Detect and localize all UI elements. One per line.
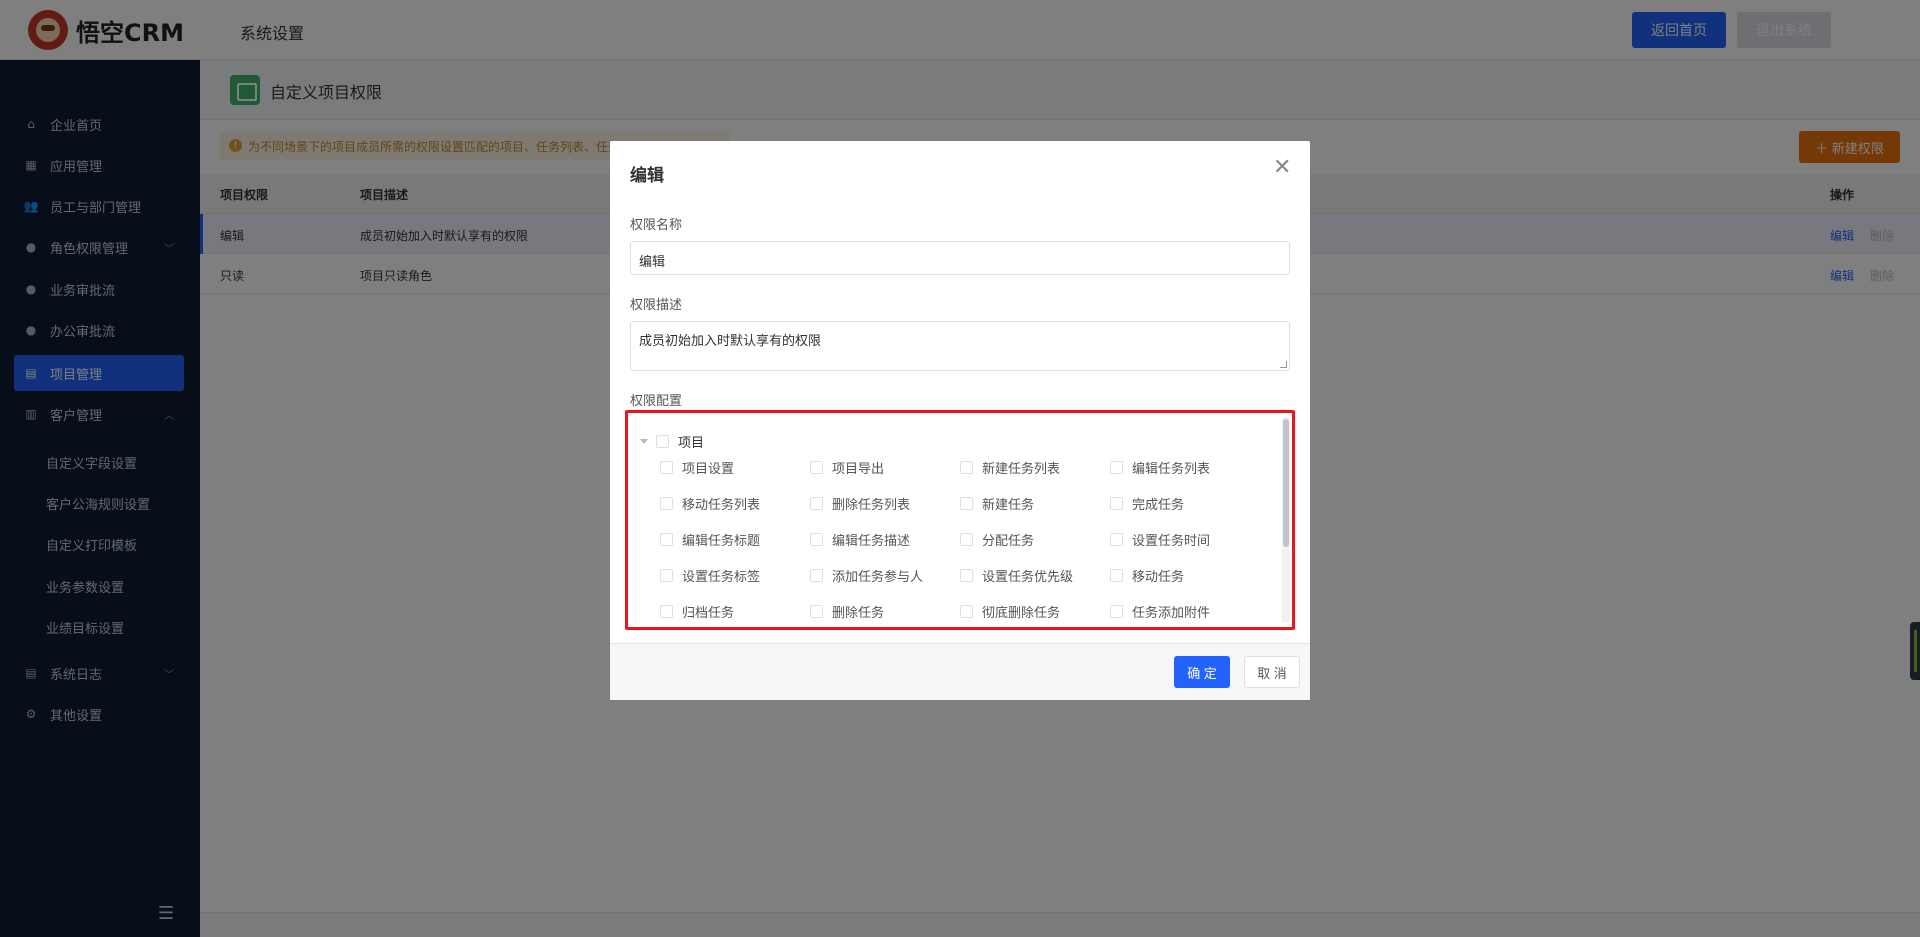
dialog-footer: 确 定 取 消 [610,643,1310,700]
desc-label: 权限描述 [630,298,683,313]
desc-textarea[interactable]: 成员初始加入时默认享有的权限 [630,321,1290,371]
name-input[interactable]: 编辑 [630,241,1290,275]
highlight-box [625,410,1295,630]
confirm-button[interactable]: 确 定 [1174,656,1230,688]
name-label: 权限名称 [630,218,683,233]
edit-permission-dialog: 编辑 ✕ 权限名称 编辑 权限描述 成员初始加入时默认享有的权限 权限配置 项目… [610,141,1310,700]
close-icon[interactable]: ✕ [1273,157,1291,179]
cancel-button[interactable]: 取 消 [1244,656,1300,688]
dialog-title: 编辑 [630,166,664,186]
config-label: 权限配置 [630,394,683,409]
